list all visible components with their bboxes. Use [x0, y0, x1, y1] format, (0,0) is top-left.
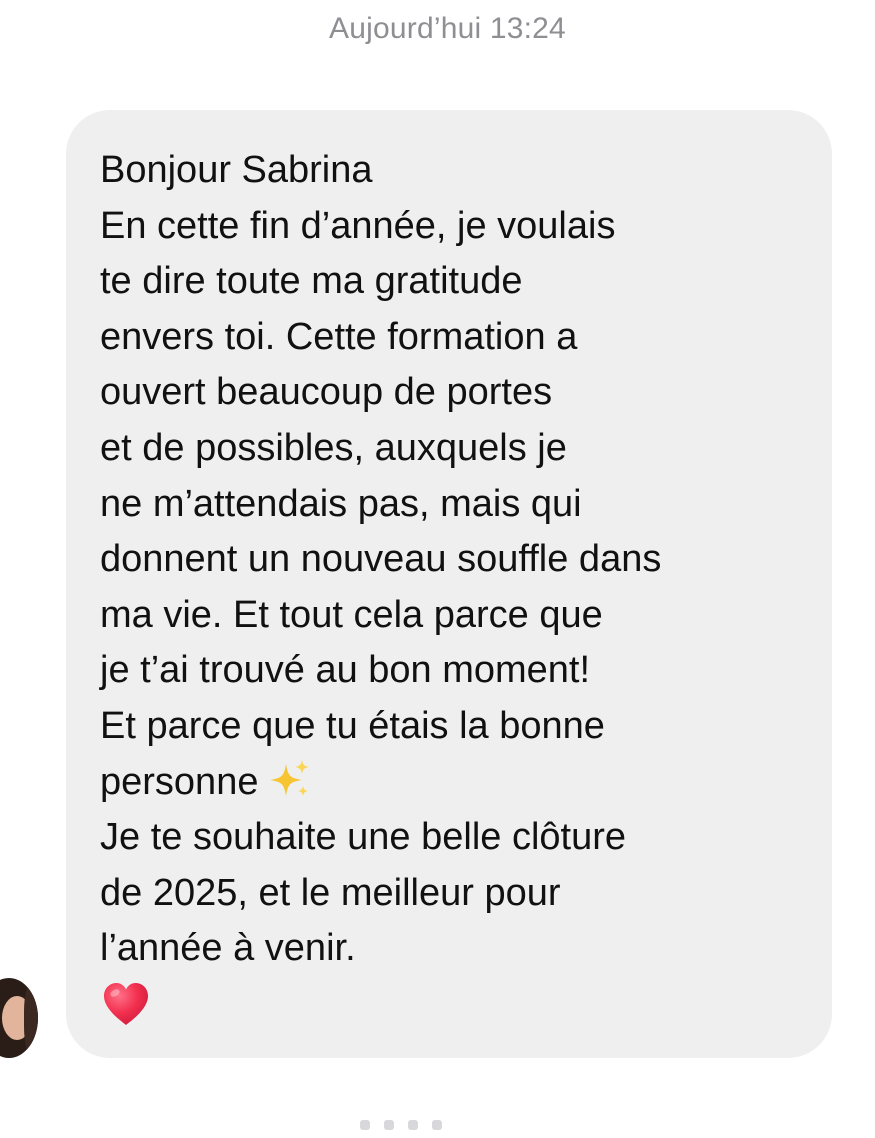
message-line: Je te souhaite une belle clôture — [100, 816, 627, 859]
message-timestamp: Aujourd’hui 13:24 — [329, 12, 566, 45]
message-bubble[interactable]: Bonjour Sabrina En cette fin d’année, je… — [66, 110, 832, 1058]
heart-icon — [104, 982, 148, 1025]
message-line: te dire toute ma gratitude — [100, 260, 523, 303]
message-line: En cette fin d’année, je voulais — [100, 204, 616, 247]
next-item-partial — [360, 1108, 500, 1138]
message-line: ouvert beaucoup de portes — [100, 371, 553, 414]
message-line: ma vie. Et tout cela parce que — [100, 593, 603, 636]
message-line: envers toi. Cette formation a — [100, 315, 578, 358]
message-line: Bonjour Sabrina — [100, 149, 373, 191]
sparkles-icon — [270, 759, 310, 796]
message-line: ne m’attendais pas, mais qui — [100, 482, 582, 525]
message-line: de 2025, et le meilleur pour — [100, 871, 561, 914]
message-line-with-sparkles: personne — [100, 755, 812, 811]
message-line: et de possibles, auxquels je — [100, 426, 567, 469]
message-line-text: personne — [100, 760, 259, 803]
message-line: l’année à venir. — [100, 927, 356, 970]
message-line: Et parce que tu étais la bonne — [100, 704, 605, 747]
sender-avatar[interactable] — [0, 978, 38, 1058]
message-line: je t’ai trouvé au bon moment! — [100, 649, 591, 692]
avatar-hair — [24, 984, 38, 1054]
message-line: donnent un nouveau souffle dans — [100, 538, 662, 581]
